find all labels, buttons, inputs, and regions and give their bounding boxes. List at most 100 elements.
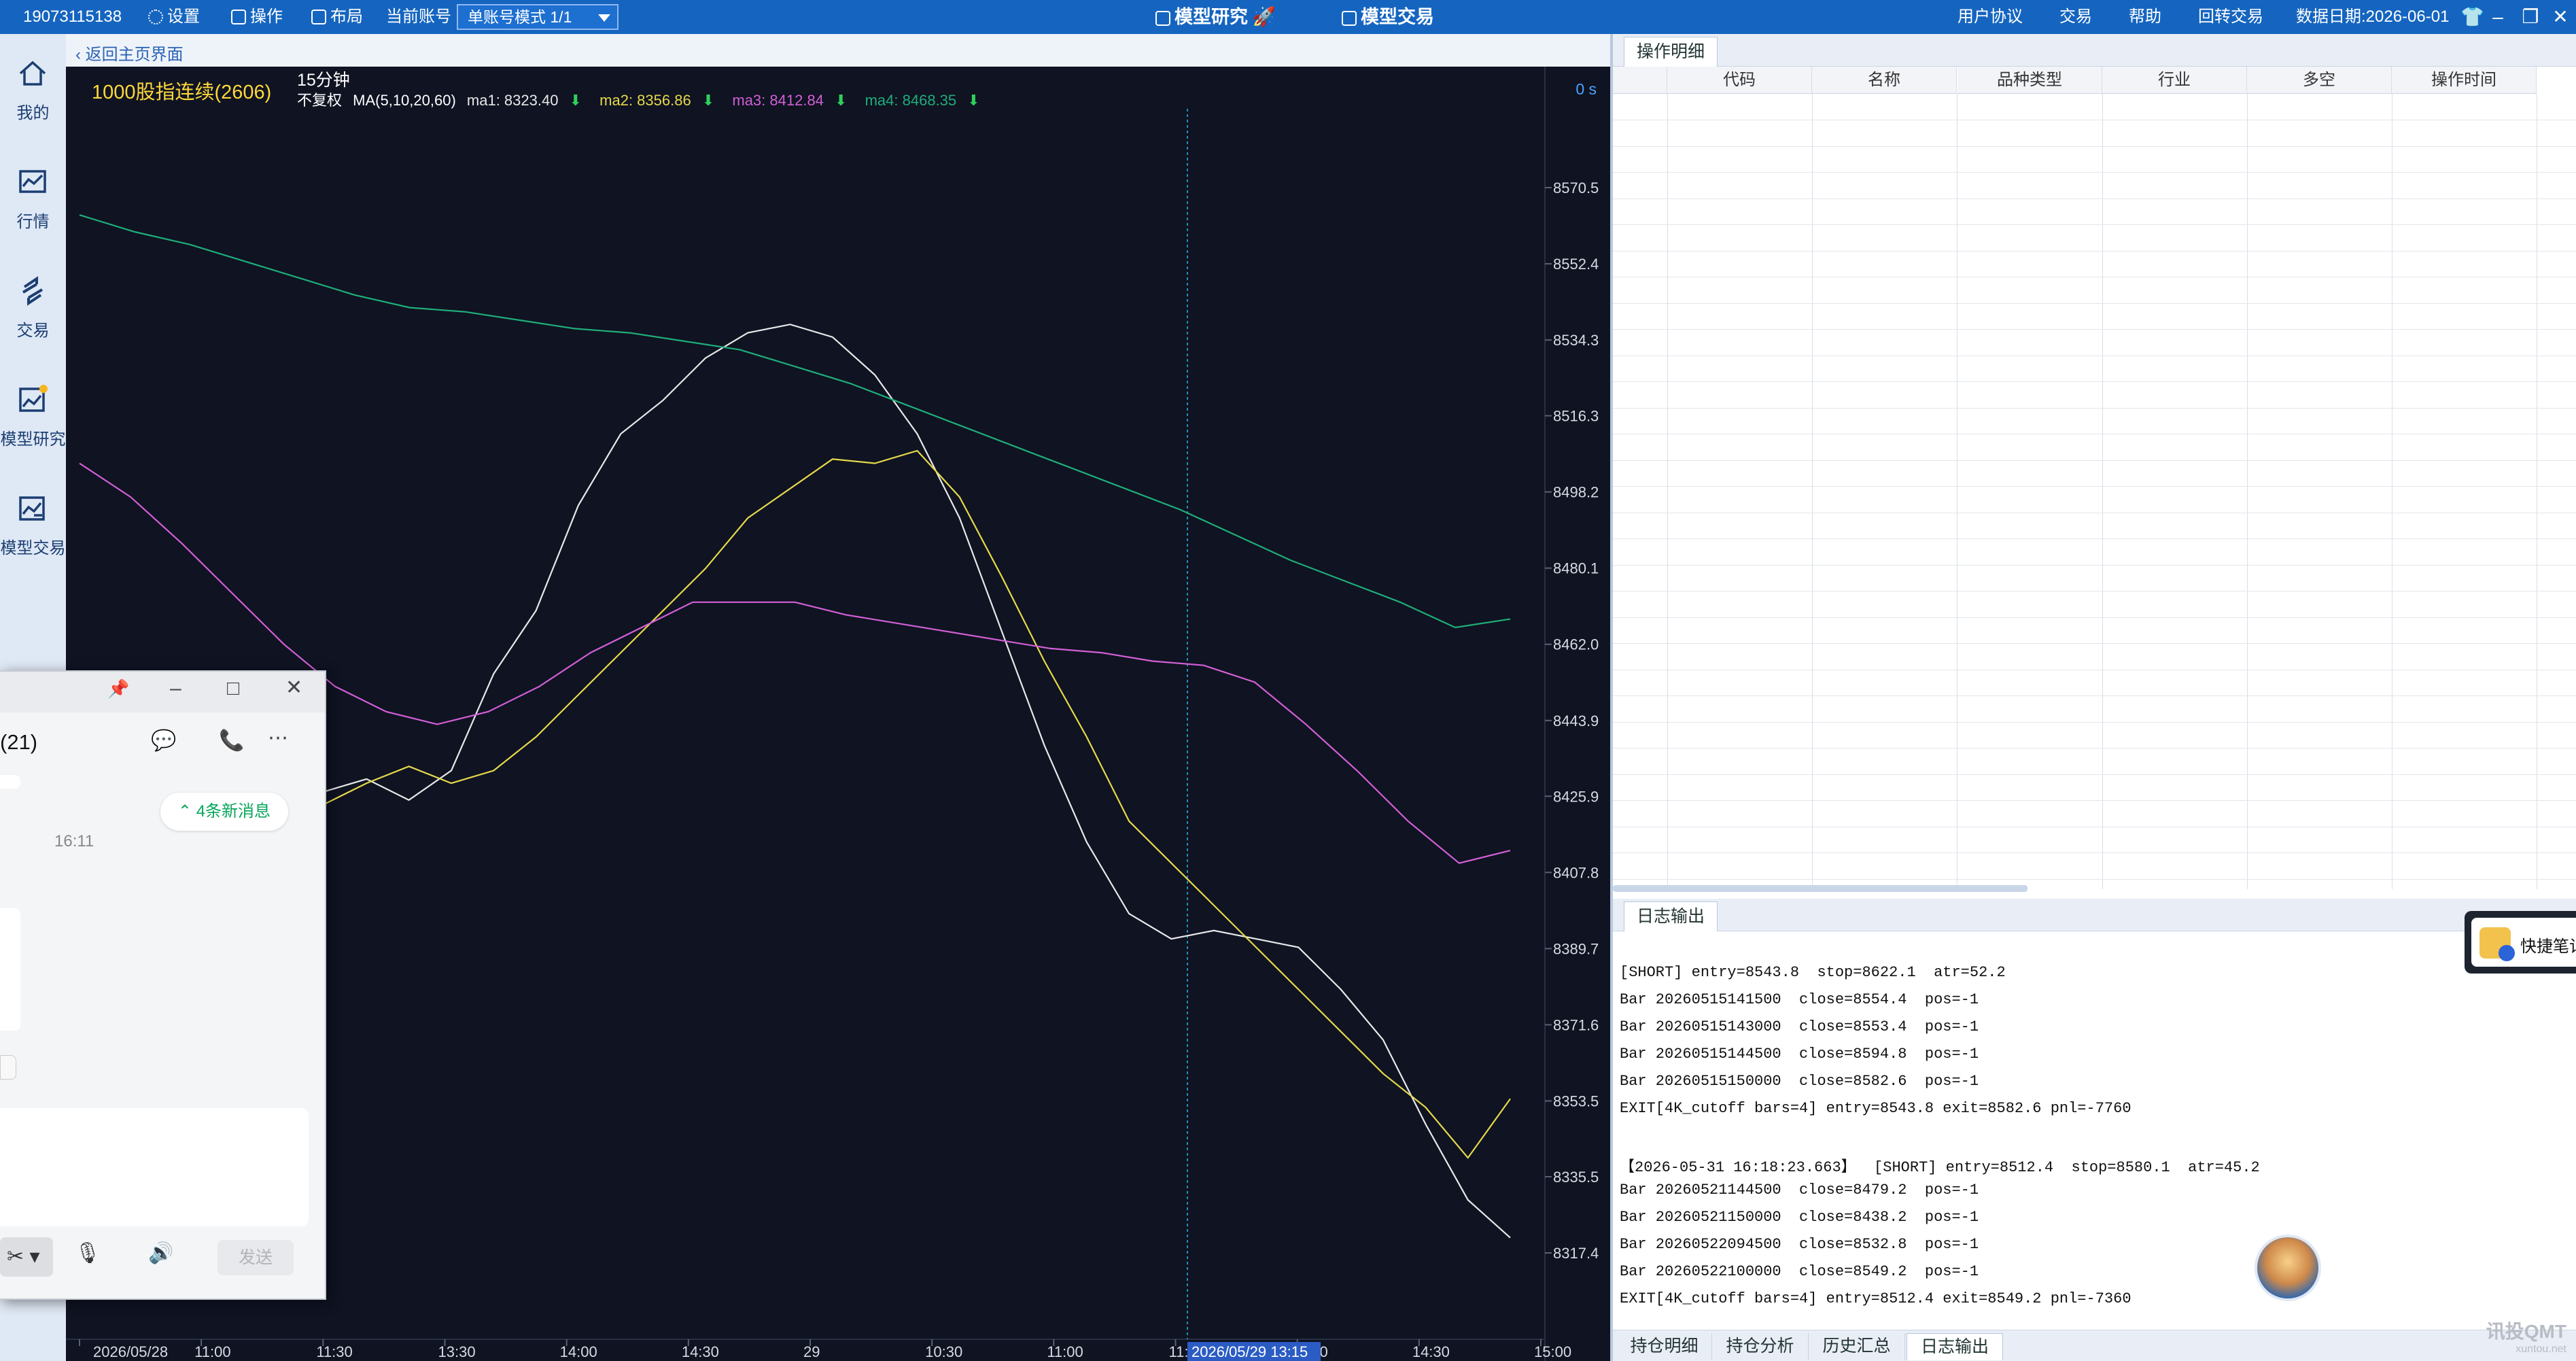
legend-ma4: ma4: 8468.35 ⬇ [865, 92, 987, 109]
y-tick-label: 8480.1 [1553, 560, 1599, 577]
switch-trade-menu[interactable]: 回转交易 [2198, 0, 2263, 34]
tab-position-detail[interactable]: 持仓明细 [1617, 1333, 1712, 1360]
column-header[interactable]: 行业 [2102, 67, 2247, 94]
log-line: Bar 20260515141500 close=8554.4 pos=-1 [1620, 991, 1979, 1008]
x-tick-label: 11:30 [316, 1343, 352, 1360]
message-bubble [0, 908, 20, 1031]
phone-icon[interactable]: 📞 [219, 729, 244, 753]
settings-label: 设置 [167, 7, 200, 26]
screenshot-icon[interactable]: ✂ ▾ [0, 1237, 53, 1277]
y-tick-label: 8534.3 [1553, 332, 1599, 349]
layout-menu[interactable]: 布局 [311, 0, 363, 34]
tab-position-analysis[interactable]: 持仓分析 [1712, 1333, 1809, 1360]
pin-icon[interactable]: 📌 [107, 678, 129, 700]
quick-note-widget[interactable]: 快捷笔记 [2465, 911, 2576, 974]
sidebar-item-home[interactable]: 我的 [0, 34, 66, 136]
qmt-watermark: 讯投QMT xuntou.net [2486, 1321, 2566, 1358]
expand-arrow-icon[interactable] [0, 1055, 16, 1080]
chat-title: (21) [0, 730, 38, 754]
current-account-label: 当前账号 [386, 7, 451, 26]
chat-window[interactable]: 📌 – □ ✕ (21) 💬 📞 ⋯ ⌃ 4条新消息 16:11 ✂ ▾ 🎙 🔊… [0, 670, 326, 1300]
more-icon[interactable]: ⋯ [268, 726, 288, 750]
x-tick-label: 11:00 [1047, 1343, 1083, 1360]
log-line: Bar 20260515144500 close=8594.8 pos=-1 [1620, 1046, 1979, 1063]
grid-line-horizontal [1613, 145, 2576, 147]
sidebar-item-market[interactable]: 行情 [0, 143, 66, 245]
sidebar-item-label: 我的 [16, 104, 50, 122]
market-icon [19, 170, 46, 193]
grid-line-horizontal [1613, 460, 2576, 461]
y-tick-label: 8570.5 [1553, 179, 1599, 196]
skin-icon[interactable]: 👕 [2460, 7, 2484, 27]
new-messages-button[interactable]: ⌃ 4条新消息 [160, 793, 288, 831]
settings-menu[interactable]: 设置 [148, 0, 200, 34]
chat-window-titlebar[interactable] [0, 672, 325, 712]
grid-line-vertical [1667, 94, 1668, 889]
trade-menu[interactable]: 交易 [2059, 0, 2092, 34]
account-mode-value: 单账号模式 1/1 [468, 8, 572, 26]
table-h-scrollbar[interactable] [1613, 885, 2027, 892]
tab-model-trade[interactable]: 模型交易 [1342, 0, 1434, 34]
maximize-icon[interactable]: □ [227, 677, 239, 700]
tab-ops-detail[interactable]: 操作明细 [1624, 37, 1718, 67]
sidebar-item-label: 交易 [16, 322, 50, 340]
grid-line-horizontal [1613, 250, 2576, 252]
x-tick-label: 11:00 [194, 1343, 230, 1360]
help-menu[interactable]: 帮助 [2129, 0, 2161, 34]
log-line: Bar 20260521144500 close=8479.2 pos=-1 [1620, 1182, 1979, 1199]
user-agreement-link[interactable]: 用户协议 [1957, 0, 2023, 34]
watermark-sub: xuntou.net [2516, 1343, 2566, 1355]
y-tick-label: 8462.0 [1553, 636, 1599, 653]
grid-line-horizontal [1613, 224, 2576, 225]
tab-model-trade-label: 模型交易 [1361, 7, 1434, 27]
close-icon[interactable]: ✕ [2550, 7, 2571, 27]
tab-log-output[interactable]: 日志输出 [1624, 901, 1718, 931]
tab-model-research[interactable]: 模型研究 🚀 [1155, 0, 1276, 34]
grid-line-horizontal [1613, 643, 2576, 644]
trade-icon [22, 276, 43, 306]
operate-menu[interactable]: 操作 [231, 0, 283, 34]
sidebar-item-model-trade[interactable]: 模型交易 [0, 469, 66, 571]
close-icon[interactable]: ✕ [285, 676, 302, 700]
y-tick-label: 8443.9 [1553, 712, 1599, 729]
column-header[interactable]: 操作时间 [2392, 67, 2537, 94]
tab-history-summary[interactable]: 历史汇总 [1809, 1333, 1905, 1360]
grid-line-horizontal [1613, 303, 2576, 304]
legend-ma3: ma3: 8412.84 ⬇ [732, 92, 854, 109]
bottom-tab-bar: 持仓明细 持仓分析 历史汇总 日志输出 [1613, 1330, 2576, 1361]
x-tick-label: 13:30 [438, 1343, 476, 1360]
grid-line-horizontal [1613, 774, 2576, 775]
refresh-timer: 0 s [1576, 80, 1597, 98]
column-header[interactable]: 品种类型 [1957, 67, 2102, 94]
tab-log-output-bottom[interactable]: 日志输出 [1907, 1333, 2003, 1360]
sidebar-item-trade[interactable]: 交易 [0, 252, 66, 354]
x-tick-label: 14:30 [682, 1343, 719, 1360]
chat-input[interactable] [0, 1108, 309, 1226]
y-tick-label: 8353.5 [1553, 1092, 1599, 1109]
column-header[interactable]: 多空 [2247, 67, 2392, 94]
data-date: 数据日期:2026-06-01 [2296, 7, 2450, 26]
grid-line-horizontal [1613, 695, 2576, 696]
send-button[interactable]: 发送 [217, 1240, 294, 1275]
log-output-area[interactable]: [SHORT] entry=8543.8 stop=8622.1 atr=52.… [1613, 961, 2576, 1361]
grid-line-vertical [2247, 94, 2248, 889]
account-mode-select[interactable]: 单账号模式 1/1 [457, 4, 619, 30]
grid-line-horizontal [1613, 407, 2576, 409]
watermark-title: 讯投QMT [2486, 1321, 2566, 1342]
grid-line-horizontal [1613, 878, 2576, 880]
arrow-down-icon: ⬇ [701, 92, 715, 109]
chat-bubble-icon[interactable]: 💬 [151, 729, 176, 753]
sidebar-item-model-research[interactable]: 模型研究 [0, 360, 66, 462]
voice-icon[interactable]: 🔊 [148, 1241, 173, 1265]
assistant-avatar[interactable] [2255, 1235, 2321, 1301]
minimize-icon[interactable]: – [170, 677, 181, 700]
account-id: 19073115138 [23, 7, 122, 26]
back-to-home-link[interactable]: ‹ 返回主页界面 [75, 41, 184, 65]
layout-label: 布局 [330, 7, 363, 26]
column-header[interactable]: 代码 [1667, 67, 1812, 94]
microphone-icon[interactable]: 🎙 [75, 1241, 101, 1265]
minimize-icon[interactable]: – [2488, 7, 2508, 27]
legend-ma1: ma1: 8323.40 ⬇ [467, 92, 589, 109]
restore-icon[interactable]: ❐ [2520, 7, 2541, 27]
column-header[interactable]: 名称 [1812, 67, 1957, 94]
